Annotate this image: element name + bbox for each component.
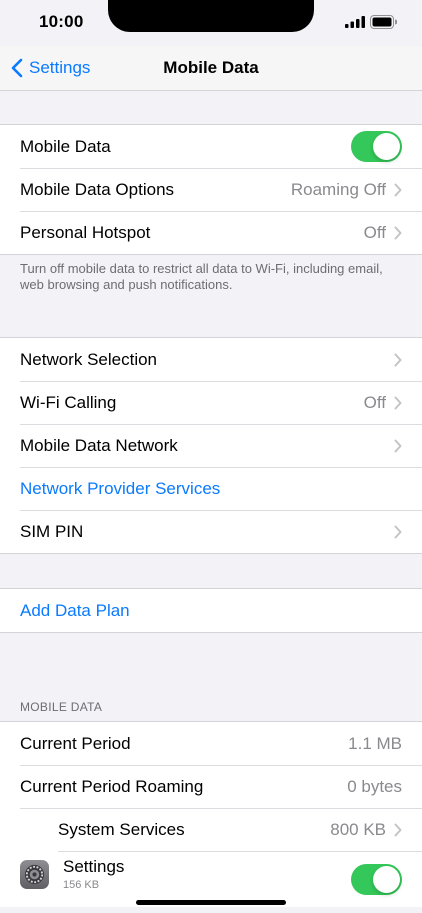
chevron-right-icon xyxy=(394,183,402,196)
row-network-provider-services[interactable]: Network Provider Services xyxy=(0,467,422,510)
system-services-value: 800 KB xyxy=(330,819,386,839)
settings-gear-icon xyxy=(20,860,49,889)
chevron-right-icon xyxy=(394,396,402,409)
mobile-data-options-value: Roaming Off xyxy=(290,179,386,199)
chevron-right-icon xyxy=(394,525,402,538)
toggle-knob xyxy=(373,866,400,893)
personal-hotspot-value: Off xyxy=(363,222,386,242)
mobile-data-group: Mobile Data Mobile Data Options Roaming … xyxy=(0,124,422,255)
row-system-services[interactable]: System Services 800 KB xyxy=(0,808,422,851)
home-indicator[interactable] xyxy=(136,900,286,905)
current-period-value: 1.1 MB xyxy=(348,733,402,753)
current-period-label: Current Period xyxy=(20,733,131,753)
network-group: Network Selection Wi-Fi Calling Off Mobi… xyxy=(0,337,422,554)
settings-app-toggle[interactable] xyxy=(351,864,402,895)
cellular-signal-icon xyxy=(345,16,365,28)
usage-group: Current Period 1.1 MB Current Period Roa… xyxy=(0,721,422,907)
data-plan-group: Add Data Plan xyxy=(0,588,422,633)
network-selection-label: Network Selection xyxy=(20,349,158,369)
notch xyxy=(108,0,314,32)
chevron-right-icon xyxy=(394,226,402,239)
row-current-period-roaming: Current Period Roaming 0 bytes xyxy=(0,765,422,808)
mobile-data-footnote: Turn off mobile data to restrict all dat… xyxy=(20,261,383,292)
network-provider-services-link[interactable]: Network Provider Services xyxy=(20,479,220,499)
status-time: 10:00 xyxy=(39,12,84,31)
row-settings-app: Settings 156 KB xyxy=(0,851,422,907)
mobile-data-label: Mobile Data xyxy=(20,136,111,156)
navigation-bar: Settings Mobile Data xyxy=(0,46,422,91)
row-current-period: Current Period 1.1 MB xyxy=(0,722,422,765)
settings-app-label: Settings xyxy=(63,857,125,876)
row-add-data-plan[interactable]: Add Data Plan xyxy=(0,589,422,632)
add-data-plan-link[interactable]: Add Data Plan xyxy=(20,601,130,621)
battery-icon xyxy=(370,15,397,29)
row-mobile-data-network[interactable]: Mobile Data Network xyxy=(0,424,422,467)
mobile-data-toggle[interactable] xyxy=(351,131,402,162)
mobile-data-options-label: Mobile Data Options xyxy=(20,179,175,199)
section-header-mobile-data: MOBILE DATA xyxy=(20,700,103,714)
current-period-roaming-value: 0 bytes xyxy=(347,776,402,796)
system-services-label: System Services xyxy=(58,819,185,839)
settings-app-usage: 156 KB xyxy=(63,879,100,891)
row-mobile-data: Mobile Data xyxy=(0,125,422,168)
row-mobile-data-options[interactable]: Mobile Data Options Roaming Off xyxy=(0,168,422,211)
personal-hotspot-label: Personal Hotspot xyxy=(20,222,151,242)
current-period-roaming-label: Current Period Roaming xyxy=(20,776,204,796)
chevron-right-icon xyxy=(394,353,402,366)
row-network-selection[interactable]: Network Selection xyxy=(0,338,422,381)
page-title: Mobile Data xyxy=(163,58,259,77)
status-bar: 10:00 xyxy=(0,0,422,46)
row-sim-pin[interactable]: SIM PIN xyxy=(0,510,422,553)
toggle-knob xyxy=(373,133,400,160)
wifi-calling-value: Off xyxy=(363,392,386,412)
mobile-data-network-label: Mobile Data Network xyxy=(20,435,178,455)
row-personal-hotspot[interactable]: Personal Hotspot Off xyxy=(0,211,422,254)
row-wifi-calling[interactable]: Wi-Fi Calling Off xyxy=(0,381,422,424)
chevron-right-icon xyxy=(394,823,402,836)
sim-pin-label: SIM PIN xyxy=(20,521,84,541)
wifi-calling-label: Wi-Fi Calling xyxy=(20,392,117,412)
chevron-right-icon xyxy=(394,439,402,452)
gear-icon xyxy=(24,864,45,885)
